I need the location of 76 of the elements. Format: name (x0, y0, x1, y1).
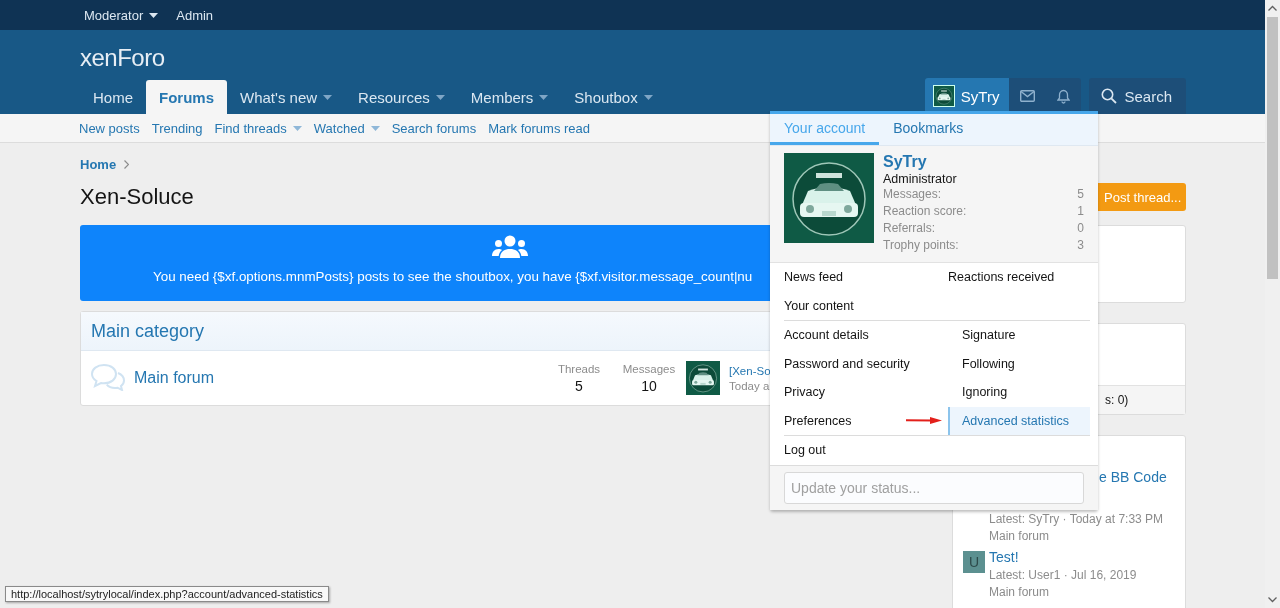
stat-label: Messages (622, 362, 676, 375)
inbox-button[interactable] (1009, 78, 1046, 114)
popup-tab[interactable]: Bookmarks (879, 114, 978, 145)
account-menu-link[interactable]: News feed (770, 263, 934, 292)
sub-nav-link[interactable]: New posts (79, 120, 140, 136)
profile-name[interactable]: SyTry (883, 153, 1084, 171)
last-post-title[interactable]: [Xen-So (729, 364, 771, 377)
chevron-icon (124, 159, 130, 169)
sub-nav-link[interactable]: Watched (313, 120, 380, 136)
arrow-icon (906, 416, 942, 424)
stat-value: 5 (575, 377, 583, 394)
bell-icon (1056, 88, 1070, 104)
user-title: Administrator (883, 172, 958, 186)
caret-icon (292, 125, 302, 131)
account-menu-link[interactable]: Password and security (770, 349, 948, 378)
account-menu-link[interactable]: Advanced statistics (948, 406, 1090, 435)
account-menu-link[interactable]: Reactions received (934, 263, 1098, 292)
account-menu-link[interactable]: Signature (948, 321, 1090, 350)
envelope-icon (1019, 90, 1035, 102)
account-menu-link[interactable]: Ignoring (948, 378, 1090, 407)
stat-label: Threads (557, 362, 601, 375)
stat-value: 0 (1077, 220, 1084, 237)
stat-value: 5 (1077, 186, 1084, 203)
stat-value: 10 (641, 377, 657, 394)
caret-icon (435, 94, 445, 100)
thread-meta: Latest: User1 · Jul 16, 2019 (989, 568, 1137, 582)
sub-nav-link[interactable]: Find threads (214, 120, 302, 136)
caret-icon (323, 94, 333, 100)
forum-title[interactable]: Main forum (134, 369, 544, 387)
caret-icon (643, 94, 653, 100)
page-title: Xen-Soluce (80, 184, 194, 210)
alerts-button[interactable] (1045, 78, 1082, 114)
forum-link[interactable]: Main forum (989, 585, 1137, 599)
nav-tab[interactable]: Forums (146, 80, 228, 114)
users-icon (492, 235, 528, 259)
thread-meta: Latest: SyTry · Today at 7:33 PM (989, 512, 1165, 526)
nav-tab[interactable]: Members (457, 80, 562, 114)
site-logo[interactable]: xenForo (80, 44, 165, 72)
user-menu-button[interactable]: SyTry (924, 78, 1010, 114)
top-bar-link[interactable]: Admin (176, 7, 214, 23)
last-post-date: Today a (729, 379, 771, 392)
chat-bubbles-icon (90, 362, 126, 391)
account-menu-link[interactable]: Following (948, 349, 1090, 378)
scroll-up-icon[interactable] (1268, 5, 1277, 11)
stat-value: 1 (1077, 203, 1084, 220)
nav-tab[interactable]: Resources (345, 80, 458, 114)
top-bar-link[interactable]: Moderator (84, 7, 159, 23)
scroll-down-icon[interactable] (1268, 597, 1277, 603)
scrollbar-thumb[interactable] (1267, 17, 1278, 279)
stat-label: Reaction score: (883, 203, 967, 220)
stat-label: Messages: (883, 186, 942, 203)
caret-icon (370, 125, 380, 131)
breadcrumb-link[interactable]: Home (80, 156, 117, 172)
account-menu-link[interactable]: Log out (770, 436, 948, 465)
user-avatar[interactable]: U (963, 551, 985, 573)
account-menu-link[interactable]: Privacy (770, 378, 948, 407)
status-input[interactable]: Update your status... (784, 471, 1084, 504)
sub-nav-link[interactable]: Mark forums read (488, 120, 591, 136)
sub-nav-link[interactable]: Trending (151, 120, 203, 136)
caret-icon (539, 94, 549, 100)
nav-tab[interactable]: Home (80, 80, 146, 114)
caret-icon (149, 12, 159, 18)
stat-value: 3 (1077, 237, 1084, 254)
stat-label: Referrals: (883, 220, 935, 237)
nav-tab[interactable]: What's new (227, 80, 346, 114)
stats-text: s: 0) (1105, 393, 1129, 407)
thread-link[interactable]: Test! (989, 549, 1137, 565)
search-icon (1101, 88, 1118, 104)
status-tooltip: http://localhost/sytrylocal/index.php?account/advanced-statistics (5, 586, 329, 602)
nav-tab[interactable]: Shoutbox (561, 80, 666, 114)
sub-nav-link[interactable]: Search forums (391, 120, 477, 136)
notice-text: You need {$xf.options.mnmPosts} posts to see the shoutbox, you have {$xf.visitor.message_count|nu (152, 269, 753, 284)
forum-link[interactable]: Main forum (989, 529, 1167, 543)
stat-label: Trophy points: (883, 237, 959, 254)
search-button[interactable]: Search (1089, 78, 1186, 114)
account-menu-link[interactable]: Preferences (770, 406, 948, 435)
